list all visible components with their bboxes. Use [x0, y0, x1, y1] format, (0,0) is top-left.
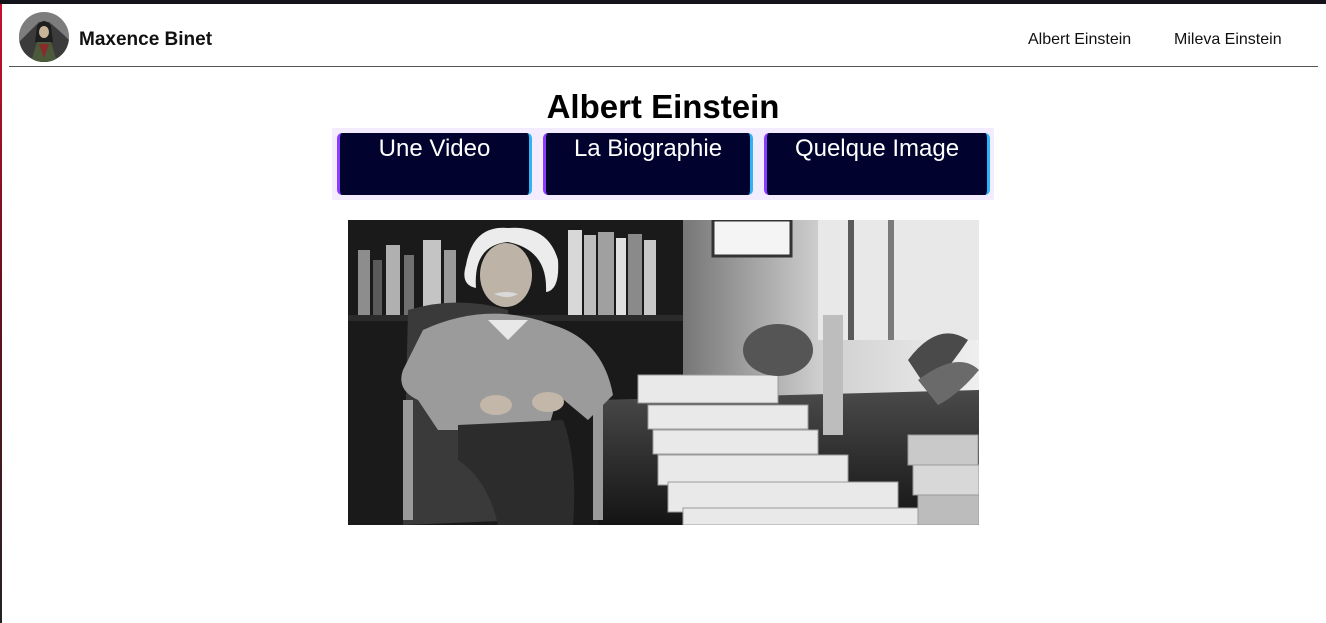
brand-name[interactable]: Maxence Binet: [79, 29, 212, 51]
nav-link-albert-einstein[interactable]: Albert Einstein: [1028, 30, 1131, 50]
tab-une-video[interactable]: Une Video: [337, 133, 532, 195]
tab-la-biographie[interactable]: La Biographie: [543, 133, 753, 195]
tabs-container: Une Video La Biographie Quelque Image: [332, 128, 994, 200]
page-title: Albert Einstein: [546, 88, 780, 125]
nav-link-mileva-einstein[interactable]: Mileva Einstein: [1174, 30, 1282, 50]
einstein-photo: [348, 220, 979, 525]
navbar: Maxence Binet Albert Einstein Mileva Ein…: [9, 4, 1318, 67]
profile-avatar-icon[interactable]: [19, 12, 69, 62]
tab-quelque-image[interactable]: Quelque Image: [764, 133, 990, 195]
